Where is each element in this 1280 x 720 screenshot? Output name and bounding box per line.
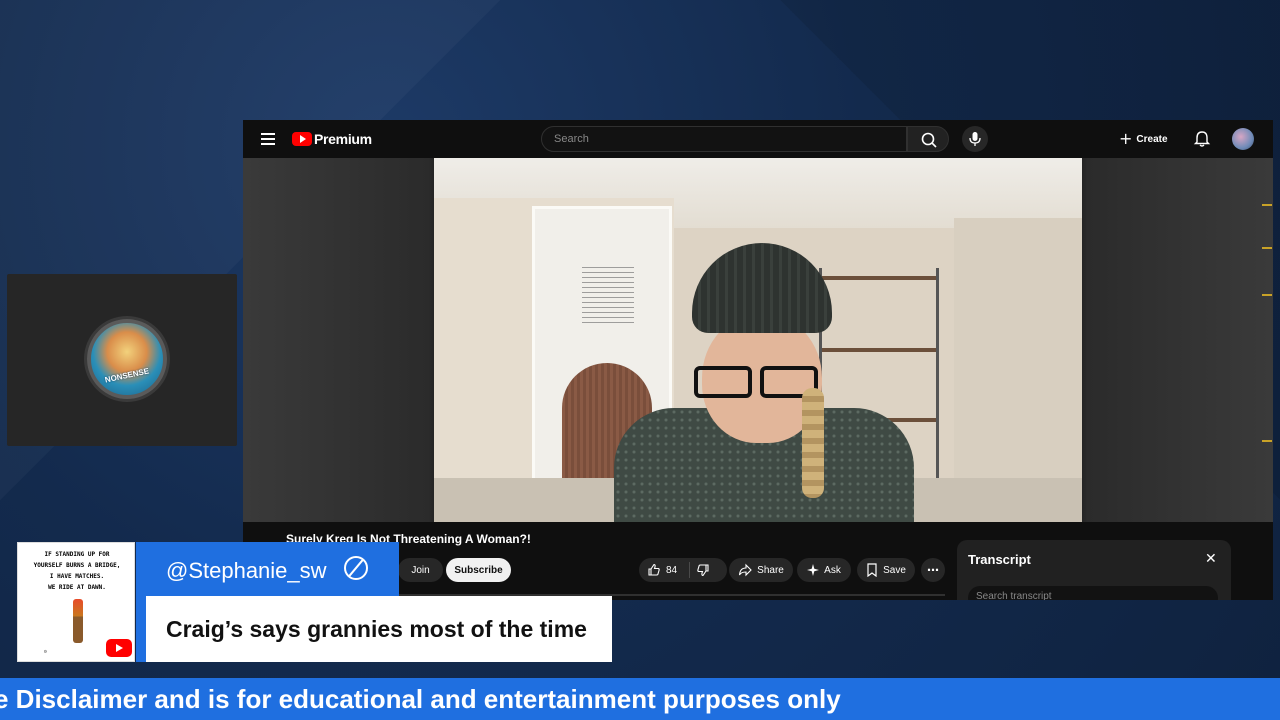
hair-braid xyxy=(802,388,824,498)
notifications-bell-icon[interactable] xyxy=(1193,130,1211,148)
ticker-text: e Disclaimer and is for educational and … xyxy=(0,684,841,714)
search-input[interactable] xyxy=(542,127,906,151)
channel-thumbnail: IF STANDING UP FOR YOURSELF BURNS A BRID… xyxy=(17,542,135,662)
join-button[interactable]: Join xyxy=(398,558,443,582)
ask-label: Ask xyxy=(824,564,841,576)
thumbs-down-icon[interactable] xyxy=(696,563,710,577)
create-label: Create xyxy=(1136,133,1168,145)
camera-box: NONSENSE xyxy=(7,274,237,446)
streamer-avatar: NONSENSE xyxy=(87,319,167,399)
wall-poster xyxy=(582,263,634,325)
video-frame[interactable] xyxy=(434,158,1082,522)
comment-accent-bar xyxy=(136,596,146,662)
youtube-window: Premium + Create xyxy=(243,120,1273,600)
bookmark-icon xyxy=(867,563,877,577)
disclaimer-ticker: e Disclaimer and is for educational and … xyxy=(0,678,1280,720)
microphone-icon xyxy=(969,132,981,146)
search-box[interactable] xyxy=(541,126,907,152)
block-icon xyxy=(344,556,368,580)
menu-icon[interactable] xyxy=(261,133,275,145)
like-count: 84 xyxy=(666,564,678,576)
share-label: Share xyxy=(757,564,784,576)
username-banner: @Stephanie_sw xyxy=(136,542,399,596)
youtube-brand-label[interactable]: Premium xyxy=(314,131,372,147)
transcript-title: Transcript xyxy=(968,552,1031,567)
voice-search-button[interactable] xyxy=(962,126,988,152)
youtube-logo-icon[interactable] xyxy=(292,132,312,146)
transcript-search-input[interactable]: Search transcript xyxy=(968,586,1218,600)
username: @Stephanie_sw xyxy=(166,558,327,583)
like-divider xyxy=(689,562,690,578)
account-avatar[interactable] xyxy=(1232,128,1254,150)
create-button[interactable]: + Create xyxy=(1119,130,1168,148)
torch-icon xyxy=(73,599,83,643)
like-button[interactable]: 84 xyxy=(639,558,727,582)
transcript-panel: Transcript ✕ Search transcript xyxy=(957,540,1231,600)
more-icon: ⋯ xyxy=(927,563,939,577)
subscribe-button[interactable]: Subscribe xyxy=(446,558,511,582)
share-icon xyxy=(739,563,752,577)
comment-text: Craig’s says grannies most of the time xyxy=(166,616,587,642)
youtube-topbar: Premium + Create xyxy=(243,120,1273,158)
right-wall xyxy=(954,218,1082,522)
share-button[interactable]: Share xyxy=(729,558,793,582)
save-label: Save xyxy=(883,564,906,576)
comment-box: Craig’s says grannies most of the time xyxy=(146,596,612,662)
plus-icon: + xyxy=(1119,129,1133,148)
video-player[interactable] xyxy=(243,158,1273,522)
settings-icon: ⚙ xyxy=(44,649,48,655)
search-icon xyxy=(921,132,937,148)
thumbnail-text: IF STANDING UP FOR YOURSELF BURNS A BRID… xyxy=(33,551,121,591)
beanie xyxy=(692,243,832,333)
search-button[interactable] xyxy=(907,126,949,152)
ask-button[interactable]: Ask xyxy=(797,558,851,582)
avatar-badge-text: NONSENSE xyxy=(104,366,150,385)
save-button[interactable]: Save xyxy=(857,558,915,582)
thumbs-up-icon xyxy=(648,563,660,576)
sparkle-icon xyxy=(807,564,820,576)
more-actions-button[interactable]: ⋯ xyxy=(921,558,945,582)
close-icon[interactable]: ✕ xyxy=(1205,551,1217,567)
youtube-logo-icon xyxy=(106,639,132,657)
